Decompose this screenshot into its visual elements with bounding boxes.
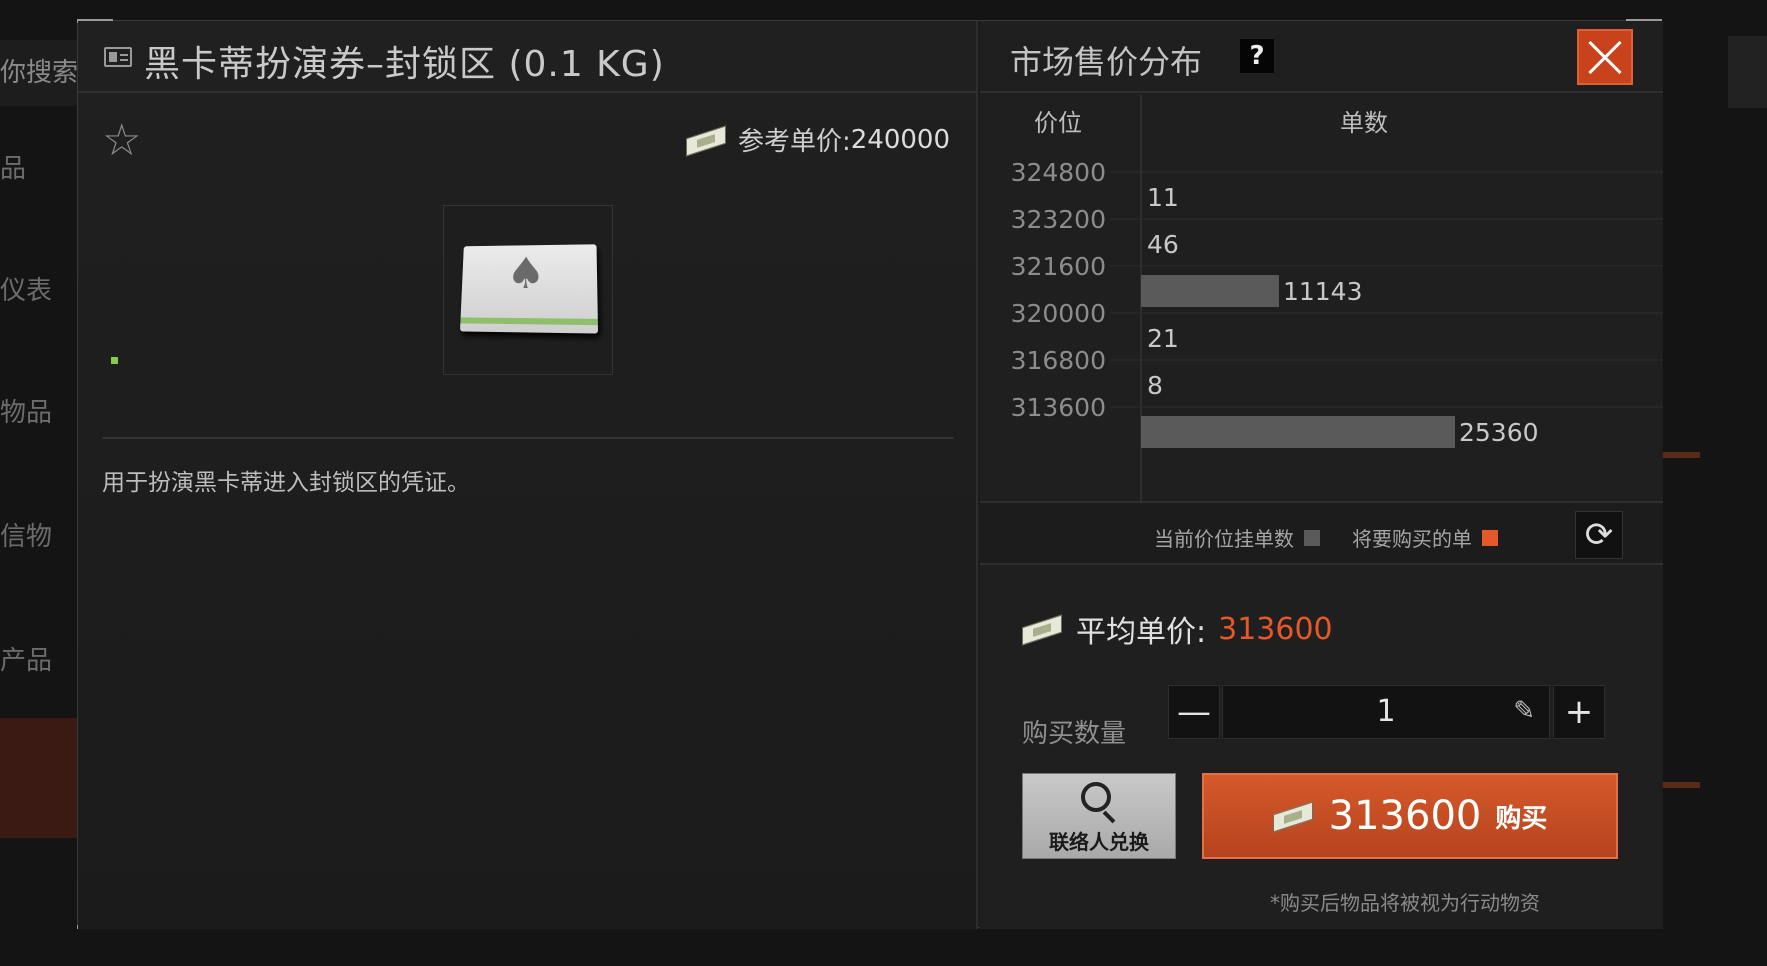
contact-exchange-button[interactable]: 联络人兑换 [1022, 773, 1176, 859]
chart-bar [1141, 416, 1455, 448]
search-icon [1081, 782, 1111, 812]
money-icon [1022, 614, 1064, 646]
market-header: 市场售价分布 ? [980, 21, 1663, 93]
background-side-item: 信物 [0, 522, 53, 552]
chart-legend: 当前价位挂单数 将要购买的单 ⟳ [980, 501, 1663, 565]
buy-label: 购买 [1495, 803, 1548, 834]
item-description: 用于扮演黑卡蒂进入封锁区的凭证。 [102, 470, 470, 496]
close-button[interactable] [1577, 29, 1633, 85]
quantity-input[interactable]: 1 ✎ [1222, 685, 1550, 739]
pencil-edit-icon[interactable]: ✎ [1513, 698, 1535, 724]
legend-buy-swatch [1482, 529, 1498, 546]
item-image-frame: ♠ [443, 205, 613, 375]
price-tick-label: 321600 [1011, 252, 1106, 281]
status-dot [111, 357, 118, 364]
background-strip [1660, 782, 1700, 788]
item-info-panel: 黑卡蒂扮演券–封锁区 (0.1 KG) ☆ 参考单价: 240000 ♠ 用于扮演… [78, 21, 978, 929]
background-search-box: 你搜索 [0, 40, 78, 106]
contact-exchange-label: 联络人兑换 [1049, 830, 1149, 854]
item-title: 黑卡蒂扮演券–封锁区 (0.1 KG) [144, 44, 665, 85]
price-tick-label: 323200 [1011, 205, 1106, 234]
price-tick-label: 313600 [1011, 393, 1106, 422]
average-price-value: 313600 [1218, 611, 1333, 647]
price-tick-label: 316800 [1011, 346, 1106, 375]
id-card-icon [104, 47, 132, 67]
background-side-item: 产品 [0, 646, 53, 676]
purchase-note: *购买后物品将被视为行动物资 [1270, 891, 1540, 915]
purchase-dialog: 黑卡蒂扮演券–封锁区 (0.1 KG) ☆ 参考单价: 240000 ♠ 用于扮演… [77, 19, 1663, 929]
background-selected-item [0, 718, 78, 838]
bar-value-label: 8 [1147, 371, 1163, 400]
refresh-icon[interactable]: ⟳ [1575, 511, 1623, 559]
quantity-label: 购买数量 [1022, 719, 1127, 749]
spade-emblem-icon: ♠ [506, 248, 546, 300]
quantity-increase-button[interactable]: + [1553, 685, 1605, 739]
item-header: 黑卡蒂扮演券–封锁区 (0.1 KG) [78, 21, 978, 93]
background-right-tab [1728, 36, 1767, 108]
legend-current: 当前价位挂单数 [1154, 523, 1320, 552]
chart-svg: 324800 11 323200 46 321600 11143 320000 21 31680… [1011, 158, 1663, 448]
bar-value-label: 21 [1147, 324, 1179, 353]
background-side-item: 品 [0, 154, 27, 184]
background-strip [1660, 452, 1700, 458]
bar-value-label: 11 [1147, 183, 1179, 212]
quantity-value: 1 [1376, 694, 1396, 729]
price-distribution-chart: 价位 单数 324800 11 323200 46 321600 11143 320000 2… [980, 95, 1663, 505]
average-price-label: 平均单价: [1076, 615, 1207, 650]
divider [102, 437, 954, 439]
average-price: 平均单价: 313600 [1022, 607, 1333, 651]
legend-buy: 将要购买的单 [1352, 523, 1498, 552]
buy-price: 313600 [1328, 793, 1482, 839]
reference-price-label: 参考单价: [738, 127, 851, 157]
money-icon [686, 125, 728, 156]
legend-current-swatch [1304, 529, 1320, 546]
money-icon [1272, 801, 1315, 833]
bar-value-label: 46 [1147, 230, 1179, 259]
legend-current-label: 当前价位挂单数 [1154, 527, 1294, 551]
price-tick-label: 324800 [1011, 158, 1106, 187]
reference-price: 参考单价: 240000 [686, 121, 950, 158]
help-icon[interactable]: ? [1240, 39, 1274, 73]
market-panel: 市场售价分布 ? 价位 单数 324800 11 323200 46 321600 111… [980, 21, 1663, 929]
black-card-image: ♠ [459, 244, 599, 334]
background-side-item: 物品 [0, 398, 53, 428]
bar-value-label: 11143 [1283, 277, 1363, 306]
bar-value-label: 25360 [1459, 418, 1539, 447]
quantity-decrease-button[interactable]: — [1168, 685, 1220, 739]
chart-bar [1141, 275, 1279, 307]
background-side-item: 仪表 [0, 276, 53, 306]
price-tick-label: 320000 [1011, 299, 1106, 328]
market-title: 市场售价分布 [1010, 43, 1203, 81]
buy-button[interactable]: 313600 购买 [1202, 773, 1618, 859]
legend-buy-label: 将要购买的单 [1352, 527, 1472, 551]
favorite-star-icon[interactable]: ☆ [102, 119, 141, 163]
reference-price-value: 240000 [850, 124, 951, 155]
